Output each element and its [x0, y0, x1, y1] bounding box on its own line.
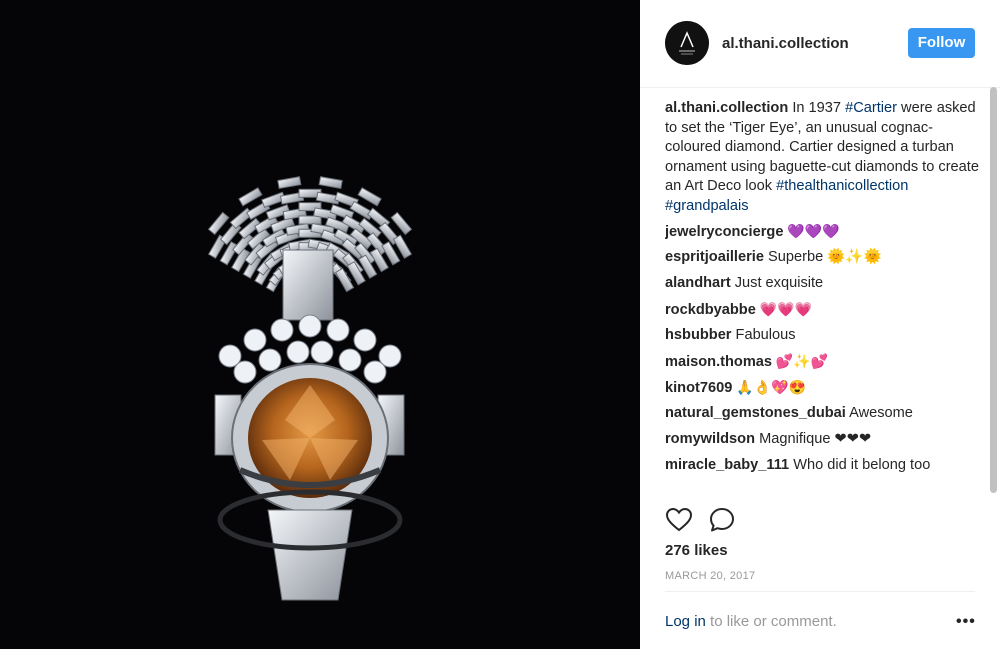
- comment-text: Fabulous: [731, 327, 796, 343]
- post-caption: al.thani.collection In 1937 #Cartier wer…: [665, 99, 985, 216]
- comment-item: jewelryconcierge 💜💜💜: [665, 222, 985, 248]
- brand-logo-icon: [665, 21, 709, 65]
- comment-item: rockdbyabbe 💗💗💗: [665, 300, 985, 326]
- comment-item: maison.thomas 💕✨💕: [665, 352, 985, 378]
- post-photo[interactable]: [0, 0, 640, 649]
- comment-item: hsbubber Fabulous: [665, 326, 985, 352]
- caption-text: In 1937: [788, 100, 846, 116]
- comment-username[interactable]: espritjoaillerie: [665, 249, 764, 265]
- comment-item: alandhart Just exquisite: [665, 274, 985, 300]
- likes-count[interactable]: 276 likes: [665, 542, 728, 559]
- comment-text: 💗💗💗: [755, 301, 813, 317]
- round-diamond: [258, 348, 282, 372]
- round-diamond: [338, 348, 362, 372]
- follow-button[interactable]: Follow: [908, 28, 975, 58]
- avatar[interactable]: [665, 21, 709, 65]
- comment-username[interactable]: natural_gemstones_dubai: [665, 405, 846, 421]
- round-diamond: [353, 328, 377, 352]
- heart-icon[interactable]: [665, 506, 693, 534]
- hashtag-link[interactable]: #grandpalais: [665, 198, 749, 214]
- comment-username[interactable]: rockdbyabbe: [665, 302, 756, 318]
- round-diamond: [270, 318, 294, 342]
- comment-item: miracle_baby_111 Who did it belong too: [665, 456, 985, 482]
- login-prompt: Log in to like or comment.: [665, 613, 837, 630]
- comment-username[interactable]: hsbubber: [665, 327, 731, 343]
- comment-username[interactable]: jewelryconcierge: [665, 224, 783, 240]
- round-diamond: [326, 318, 350, 342]
- comments-scrollbar[interactable]: [990, 87, 997, 493]
- round-diamond: [298, 314, 322, 338]
- post-date[interactable]: MARCH 20, 2017: [665, 570, 755, 582]
- divider: [665, 591, 975, 592]
- comment-text: Who did it belong too: [789, 457, 931, 473]
- hashtag-link[interactable]: #thealthanicollection: [776, 178, 908, 194]
- comment-username[interactable]: alandhart: [665, 275, 731, 291]
- comment-username[interactable]: maison.thomas: [665, 354, 772, 370]
- comment-text: Awesome: [845, 405, 913, 421]
- comment-bubble-icon[interactable]: [708, 506, 736, 534]
- comment-text: Magnifique ❤❤❤: [755, 431, 872, 447]
- comment-item: kinot7609 🙏👌💖😍: [665, 378, 985, 404]
- comment-text: 💜💜💜: [783, 223, 840, 239]
- comment-item: natural_gemstones_dubai Awesome: [665, 404, 985, 430]
- round-diamond: [233, 360, 257, 384]
- comment-username[interactable]: romywildson: [665, 431, 755, 447]
- round-diamond: [286, 340, 310, 364]
- round-diamond: [243, 328, 267, 352]
- comment-text: Superbe 🌞✨🌞: [763, 249, 882, 265]
- comment-text: 🙏👌💖😍: [732, 379, 806, 395]
- login-link[interactable]: Log in: [665, 613, 706, 630]
- hashtag-link[interactable]: #Cartier: [845, 100, 897, 116]
- comment-item: espritjoaillerie Superbe 🌞✨🌞: [665, 248, 985, 274]
- comment-username[interactable]: miracle_baby_111: [665, 457, 789, 473]
- comment-text: 💕✨💕: [772, 353, 829, 369]
- login-prompt-text: to like or comment.: [705, 613, 837, 630]
- round-diamond: [363, 360, 387, 384]
- brooch-image: [0, 0, 640, 649]
- post-header: al.thani.collection Follow: [640, 0, 1000, 88]
- header-username[interactable]: al.thani.collection: [722, 35, 849, 52]
- post-panel: al.thani.collection Follow al.thani.coll…: [640, 0, 1000, 649]
- caption-username[interactable]: al.thani.collection: [665, 100, 788, 116]
- round-diamond: [310, 340, 334, 364]
- baguette-stone: [298, 215, 322, 225]
- comment-username[interactable]: kinot7609: [665, 380, 732, 396]
- comment-text: Just exquisite: [730, 275, 824, 291]
- more-options-button[interactable]: •••: [956, 613, 976, 631]
- comment-item: romywildson Magnifique ❤❤❤: [665, 430, 985, 456]
- comments-list[interactable]: al.thani.collection In 1937 #Cartier wer…: [665, 99, 985, 494]
